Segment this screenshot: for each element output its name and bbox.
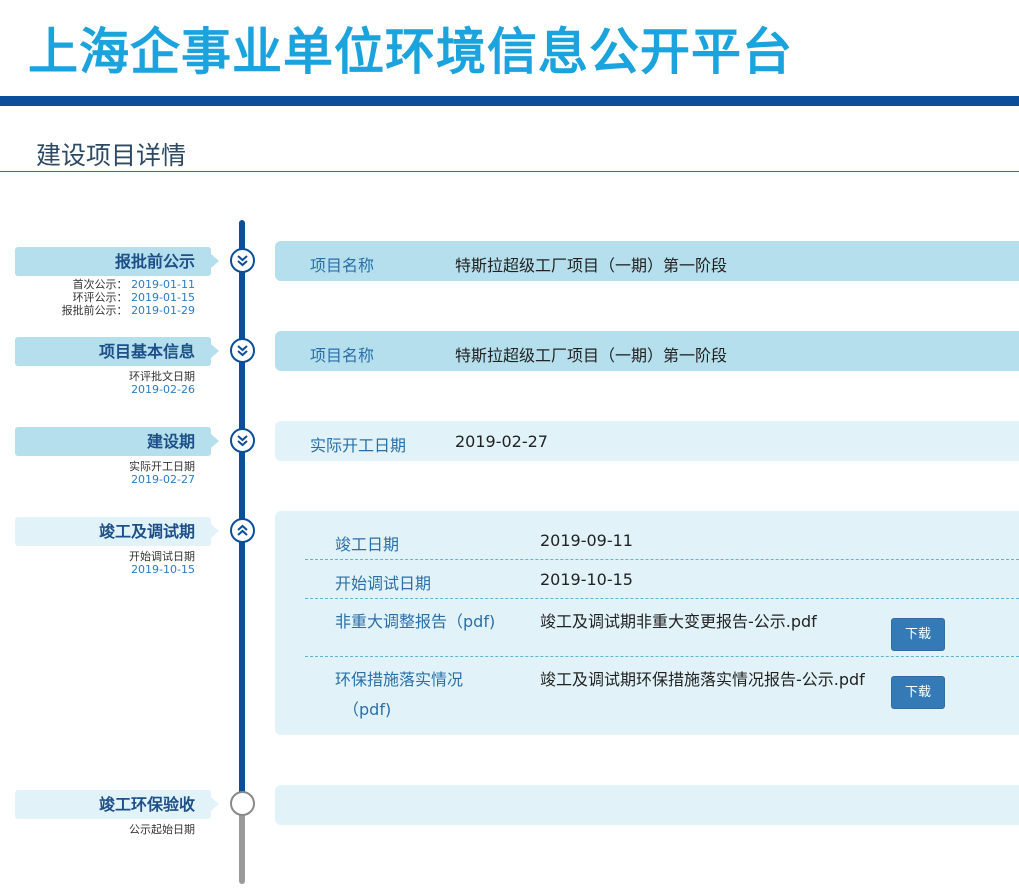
- date-key: 环评公示：: [72, 291, 128, 304]
- double-chevron-down-icon[interactable]: [230, 248, 255, 273]
- header-bar: [0, 96, 1019, 106]
- date-value: 2019-01-11: [131, 278, 195, 291]
- double-chevron-down-icon[interactable]: [230, 338, 255, 363]
- file-name: 竣工及调试期环保措施落实情况报告-公示.pdf: [540, 670, 865, 689]
- row-divider: [305, 559, 1019, 560]
- field-label: 非重大调整报告（pdf): [335, 612, 496, 631]
- field-value: 特斯拉超级工厂项目（一期）第一阶段: [455, 256, 728, 275]
- row-divider: [305, 598, 1019, 599]
- construction-panel: 实际开工日期 2019-02-27: [275, 421, 1019, 461]
- field-label: 项目名称: [310, 256, 375, 275]
- stage-dates-basic-info: 环评批文日期 2019-02-26: [15, 370, 195, 396]
- timeline-line-pending: [239, 804, 245, 884]
- field-label: 开始调试日期: [335, 574, 432, 593]
- stage-label-pre-approval[interactable]: 报批前公示: [15, 247, 219, 276]
- field-label-suffix: （pdf): [343, 700, 392, 719]
- stage-label-construction[interactable]: 建设期: [15, 427, 219, 456]
- stage-label-basic-info[interactable]: 项目基本信息: [15, 337, 219, 366]
- basic-info-panel: 项目名称 特斯拉超级工厂项目（一期）第一阶段: [275, 331, 1019, 371]
- empty-circle-icon[interactable]: [230, 791, 255, 816]
- field-value: 特斯拉超级工厂项目（一期）第一阶段: [455, 346, 728, 365]
- pre-approval-panel: 项目名称 特斯拉超级工厂项目（一期）第一阶段: [275, 241, 1019, 281]
- date-value: 2019-01-29: [131, 304, 195, 317]
- field-value: 2019-09-11: [540, 531, 633, 550]
- page-title: 建设项目详情: [36, 141, 187, 170]
- field-label: 竣工日期: [335, 535, 400, 554]
- acceptance-panel: [275, 785, 1019, 825]
- stage-label-completion[interactable]: 竣工及调试期: [15, 517, 219, 546]
- date-value: 2019-02-26: [131, 383, 195, 396]
- double-chevron-down-icon[interactable]: [230, 428, 255, 453]
- date-key: 报批前公示：: [61, 304, 128, 317]
- date-value: 2019-01-15: [131, 291, 195, 304]
- download-button[interactable]: 下载: [891, 618, 945, 651]
- field-value: 2019-02-27: [455, 432, 548, 451]
- stage-dates-pre-approval: 首次公示： 2019-01-11 环评公示： 2019-01-15 报批前公示：…: [15, 278, 195, 317]
- date-key: 环评批文日期: [129, 370, 195, 383]
- date-key: 公示起始日期: [129, 823, 195, 836]
- date-key: 开始调试日期: [129, 550, 195, 563]
- stage-dates-completion: 开始调试日期 2019-10-15: [15, 550, 195, 576]
- stage-dates-construction: 实际开工日期 2019-02-27: [15, 460, 195, 486]
- download-button[interactable]: 下载: [891, 676, 945, 709]
- stage-dates-acceptance: 公示起始日期: [15, 823, 195, 836]
- date-key: 首次公示：: [72, 278, 128, 291]
- double-chevron-up-icon[interactable]: [230, 518, 255, 543]
- title-divider: [0, 171, 1019, 172]
- field-label: 实际开工日期: [310, 436, 407, 455]
- row-divider: [305, 656, 1019, 657]
- file-name: 竣工及调试期非重大变更报告-公示.pdf: [540, 612, 817, 631]
- completion-panel: 竣工日期 2019-09-11 开始调试日期 2019-10-15 非重大调整报…: [275, 511, 1019, 735]
- date-key: 实际开工日期: [129, 460, 195, 473]
- field-label: 环保措施落实情况: [335, 670, 464, 689]
- stage-label-acceptance[interactable]: 竣工环保验收: [15, 790, 219, 819]
- site-title: 上海企事业单位环境信息公开平台: [28, 23, 793, 81]
- field-value: 2019-10-15: [540, 570, 633, 589]
- field-label: 项目名称: [310, 346, 375, 365]
- date-value: 2019-10-15: [131, 563, 195, 576]
- timeline-line: [239, 220, 245, 804]
- date-value: 2019-02-27: [131, 473, 195, 486]
